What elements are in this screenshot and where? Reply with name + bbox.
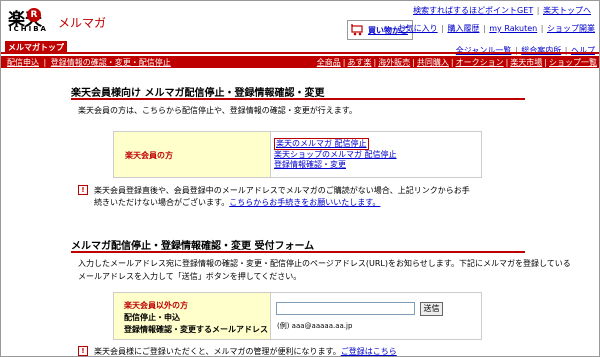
link-purchase-history[interactable]: 購入履歴 — [447, 24, 479, 33]
section2-intro-line2: メールアドレスを入力して「送信」ボタンを押してください。 — [78, 272, 302, 281]
logo-r-mark: R — [27, 8, 41, 22]
link-rakuten-mailmaga-stop[interactable]: 楽天のメルマガ 配信停止 — [276, 139, 367, 148]
section2-notice: 楽天会員様にご登録いただくと、メルマガの管理が便利になります。ご登録はこちら — [94, 346, 397, 356]
highlight-link-frame: 楽天のメルマガ 配信停止 — [274, 138, 369, 150]
notice-icon: ! — [78, 185, 88, 195]
nonmember-label-line1: 楽天会員以外の方 — [124, 301, 188, 310]
nav-shop-list[interactable]: ショップ一覧 — [549, 58, 597, 67]
nav-group-buy[interactable]: 共同購入 — [417, 58, 449, 67]
rakuten-logo[interactable]: 楽天 R ICHIBA — [8, 5, 54, 43]
top-links-row2: お気に入り | 購入履歴 | my Rakuten | ショップ開業 — [397, 24, 595, 33]
top-links-row1: 検索すればするほどポイントGET | 楽天トップへ — [413, 6, 591, 15]
section1-intro: 楽天会員の方は、こちらから配信停止や、登録情報の確認・変更が行えます。 — [78, 106, 357, 115]
notice2-text: 楽天会員様にご登録いただくと、メルマガの管理が便利になります。 — [94, 347, 341, 356]
member-links: 楽天のメルマガ 配信停止 楽天ショップのメルマガ 配信停止 登録情報確認・変更 — [274, 138, 397, 170]
link-rakuten-top[interactable]: 楽天トップへ — [543, 6, 591, 15]
nav-auction[interactable]: オークション — [456, 58, 504, 67]
email-input[interactable] — [276, 302, 415, 315]
send-button[interactable]: 送信 — [420, 302, 443, 316]
section1-title: 楽天会員様向け メルマガ配信停止・登録情報確認・変更 — [71, 88, 325, 99]
page-frame: 楽天 R ICHIBA メルマガ 買い物かご 検索すればするほどポイントGET … — [0, 0, 600, 357]
nav-all-products[interactable]: 全商品 — [317, 58, 341, 67]
link-my-rakuten[interactable]: my Rakuten — [489, 24, 537, 33]
nav-bar: 配信申込 | 登録情報の確認・変更・配信停止 全商品 | あす楽 | 海外販売 | 共同購入… — [1, 56, 599, 68]
nav-asuraku[interactable]: あす楽 — [347, 58, 371, 67]
nonmember-label-line2: 配信停止・申込 — [124, 313, 180, 322]
link-favorites[interactable]: お気に入り — [398, 24, 438, 33]
tab-bar: メルマガトップ — [1, 41, 599, 54]
section2-intro: 入力したメールアドレス宛に登録情報の確認・変更・配信停止のページアドレス(URL… — [78, 257, 571, 283]
link-shop-open[interactable]: ショップ開業 — [547, 24, 595, 33]
link-search-points[interactable]: 検索すればするほどポイントGET — [413, 6, 533, 15]
link-procedure[interactable]: こちらからお手続きをお願いいたします。 — [229, 198, 380, 207]
service-title: メルマガ — [58, 16, 107, 30]
notice-line2-text: 続きいただけない場合がございます。 — [94, 198, 230, 207]
section2-intro-line1: 入力したメールアドレス宛に登録情報の確認・変更・配信停止のページアドレス(URL… — [78, 259, 571, 268]
nav-manage[interactable]: 登録情報の確認・変更・配信停止 — [51, 58, 171, 67]
cart-icon — [351, 24, 363, 36]
tab-mailmaga-top[interactable]: メルマガトップ — [5, 41, 67, 54]
nav-overseas[interactable]: 海外販売 — [378, 58, 410, 67]
section2-title: メルマガ配信停止・登録情報確認・変更 受付フォーム — [71, 241, 315, 252]
notice-icon-2: ! — [78, 346, 88, 356]
notice-line1: 楽天会員登録直後や、会員登録中のメールアドレスでメルマガのご購読がない場合、上記… — [94, 186, 470, 195]
logo-ichiba: ICHIBA — [9, 25, 48, 33]
nav-ichiba[interactable]: 楽天市場 — [510, 58, 542, 67]
nav-subscribe[interactable]: 配信申込 — [7, 58, 39, 67]
member-box: 楽天会員の方 楽天のメルマガ 配信停止 楽天ショップのメルマガ 配信停止 登録情… — [113, 131, 482, 178]
nonmember-label: 楽天会員以外の方 配信停止・申込 登録情報確認・変更するメールアドレス — [124, 300, 268, 336]
link-register[interactable]: ご登録はこちら — [341, 347, 397, 356]
section1-notice: 楽天会員登録直後や、会員登録中のメールアドレスでメルマガのご購読がない場合、上記… — [94, 185, 470, 209]
nonmember-label-line3: 登録情報確認・変更するメールアドレス — [124, 325, 268, 334]
link-info-change[interactable]: 登録情報確認・変更 — [274, 160, 346, 169]
link-shop-mailmaga-stop[interactable]: 楽天ショップのメルマガ 配信停止 — [274, 150, 397, 159]
section1-rule — [71, 98, 525, 100]
email-example: (例) aaa@aaaaa.aa.jp — [277, 322, 353, 330]
section2-rule — [71, 251, 525, 253]
member-label: 楽天会員の方 — [125, 151, 173, 160]
